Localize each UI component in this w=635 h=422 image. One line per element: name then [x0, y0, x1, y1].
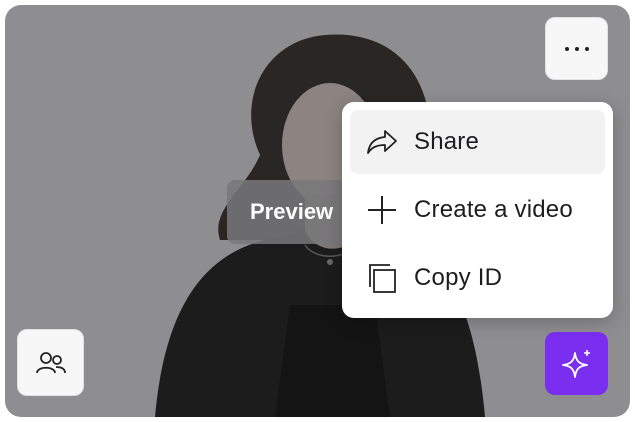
menu-item-label: Share — [414, 128, 480, 155]
copy-icon — [364, 260, 400, 296]
ellipsis-icon — [564, 46, 589, 51]
sparkles-icon — [561, 349, 590, 378]
ai-generate-button[interactable] — [545, 332, 608, 395]
menu-item-label: Copy ID — [414, 264, 503, 291]
people-button[interactable] — [17, 329, 84, 396]
menu-item-share[interactable]: Share — [350, 110, 605, 174]
menu-item-create-video[interactable]: Create a video — [350, 178, 605, 242]
menu-item-copy-id[interactable]: Copy ID — [350, 246, 605, 310]
context-menu: Share Create a video Copy ID — [342, 102, 613, 318]
plus-icon — [364, 192, 400, 228]
more-options-button[interactable] — [545, 17, 608, 80]
share-arrow-icon — [364, 124, 400, 160]
users-icon — [35, 351, 66, 373]
menu-item-label: Create a video — [414, 196, 573, 223]
